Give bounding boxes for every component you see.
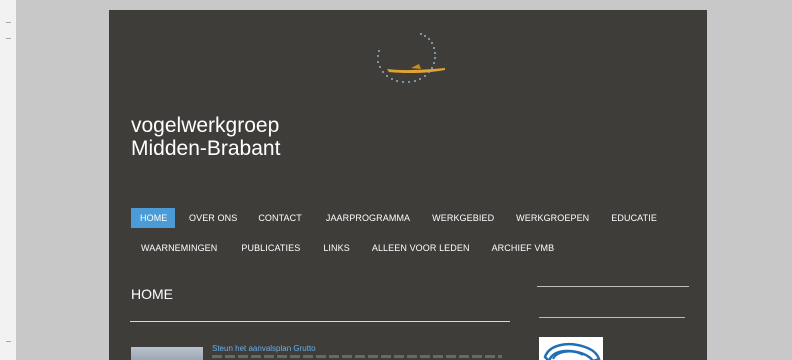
sidebar-logo-image[interactable] [539,337,603,360]
browser-left-edge [0,0,16,360]
bird-logo-icon[interactable] [359,28,469,98]
nav-item-werkgroepen[interactable]: WERKGROEPEN [516,208,589,228]
sidebar-divider-bottom [539,317,685,318]
nav-item-publicaties[interactable]: PUBLICATIES [241,238,300,258]
nav-item-contact[interactable]: CONTACT [258,208,302,228]
section-title: HOME [131,286,173,302]
nav-item-links[interactable]: LINKS [323,238,350,258]
main-nav-row2: WAARNEMINGEN PUBLICATIES LINKS ALLEEN VO… [131,238,554,258]
nav-item-archief-vmb[interactable]: ARCHIEF VMB [492,238,555,258]
site-title-line1: vogelwerkgroep [131,114,280,137]
page-container: vogelwerkgroep Midden-Brabant HOME OVER … [109,10,707,360]
nav-item-home[interactable]: HOME [131,208,175,228]
post-title-link[interactable]: Steun het aanvalsplan Grutto [212,344,316,353]
sidebar-divider-top [537,286,689,287]
post-excerpt [212,355,502,358]
nav-item-educatie[interactable]: EDUCATIE [611,208,657,228]
sidebar-logo-icon [543,343,601,360]
nav-item-werkgebied[interactable]: WERKGEBIED [432,208,494,228]
site-title-line2: Midden-Brabant [131,137,281,160]
edge-tick [6,38,11,39]
nav-item-alleen-voor-leden[interactable]: ALLEEN VOOR LEDEN [372,238,470,258]
nav-item-jaarprogramma[interactable]: JAARPROGRAMMA [326,208,410,228]
nav-item-over-ons[interactable]: OVER ONS [189,208,237,228]
nav-item-waarnemingen[interactable]: WAARNEMINGEN [141,238,217,258]
post-thumbnail[interactable] [131,347,203,360]
edge-tick [6,341,11,342]
site-title[interactable]: vogelwerkgroep Midden-Brabant [131,114,280,160]
section-divider [130,321,510,322]
main-nav-row1: HOME OVER ONS CONTACT JAARPROGRAMMA WERK… [131,208,657,228]
edge-tick [6,22,11,23]
